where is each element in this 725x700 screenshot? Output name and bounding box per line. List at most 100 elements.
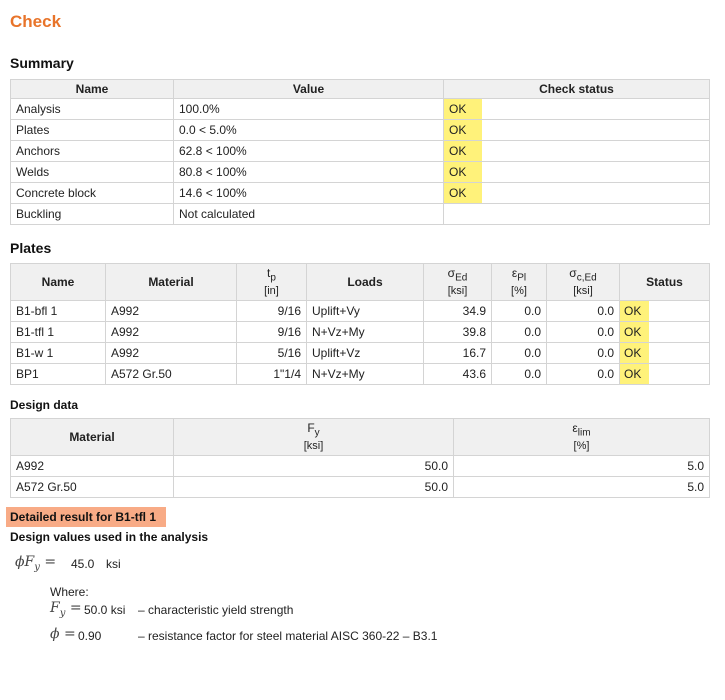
status-badge: OK xyxy=(444,183,482,203)
def-value: 50.0 ksi xyxy=(84,603,126,617)
plates-header-eps-pl: εPl [%] xyxy=(491,263,547,301)
plates-header-sigma-ed: σEd [ksi] xyxy=(423,263,492,301)
summary-header-name: Name xyxy=(10,79,174,99)
status-badge: OK xyxy=(620,343,649,363)
def-desc: – characteristic yield strength xyxy=(138,603,294,617)
design-elim: 5.0 xyxy=(453,455,710,477)
summary-row-value: 80.8 < 100% xyxy=(173,161,444,183)
summary-row-name: Buckling xyxy=(10,203,174,225)
design-fy: 50.0 xyxy=(173,476,454,498)
plate-material: A992 xyxy=(105,300,237,322)
plate-sigma-ed: 39.8 xyxy=(423,321,492,343)
plate-sigma-c: 0.0 xyxy=(546,321,620,343)
summary-row: Concrete block 14.6 < 100% OK xyxy=(10,182,710,204)
summary-row-value: 14.6 < 100% xyxy=(173,182,444,204)
summary-row-name: Anchors xyxy=(10,140,174,162)
plates-header-material: Material xyxy=(105,263,237,301)
table-row: A572 Gr.50 50.0 5.0 xyxy=(10,476,710,498)
where-label: Where: xyxy=(50,585,89,599)
summary-row-name: Analysis xyxy=(10,98,174,120)
plate-name: B1-w 1 xyxy=(10,342,106,364)
def-symbol: Fy = xyxy=(50,600,82,619)
status-badge: OK xyxy=(620,301,649,321)
design-material: A572 Gr.50 xyxy=(10,476,174,498)
summary-row-name: Welds xyxy=(10,161,174,183)
summary-row-name: Plates xyxy=(10,119,174,141)
summary-row-name: Concrete block xyxy=(10,182,174,204)
plates-header-status: Status xyxy=(619,263,710,301)
table-row: B1-bfl 1 A992 9/16 Uplift+Vy 34.9 0.0 0.… xyxy=(10,300,710,322)
plate-material: A572 Gr.50 xyxy=(105,363,237,385)
detail-badge: Detailed result for B1-tfl 1 xyxy=(6,507,166,527)
plate-eps-pl: 0.0 xyxy=(491,321,547,343)
plate-loads: N+Vz+My xyxy=(306,321,424,343)
summary-header-value: Value xyxy=(173,79,444,99)
plate-loads: Uplift+Vz xyxy=(306,342,424,364)
summary-table: Name Value Check status Analysis 100.0% … xyxy=(10,79,710,225)
page-title: Check xyxy=(10,12,62,31)
plate-eps-pl: 0.0 xyxy=(491,363,547,385)
status-badge: OK xyxy=(620,322,649,342)
summary-row: Welds 80.8 < 100% OK xyxy=(10,161,710,183)
design-fy: 50.0 xyxy=(173,455,454,477)
summary-row: Buckling Not calculated xyxy=(10,203,710,225)
plate-sigma-c: 0.0 xyxy=(546,342,620,364)
plate-sigma-ed: 43.6 xyxy=(423,363,492,385)
status-badge: OK xyxy=(444,162,482,182)
plate-name: BP1 xyxy=(10,363,106,385)
summary-row: Anchors 62.8 < 100% OK xyxy=(10,140,710,162)
design-data-heading: Design data xyxy=(10,398,79,412)
status-badge: OK xyxy=(620,364,649,384)
plates-header-tp: tp [in] xyxy=(236,263,307,301)
plates-table: Name Material tp [in] Loads σEd [ksi] εP… xyxy=(10,263,710,385)
design-header-fy: Fy [ksi] xyxy=(173,418,454,456)
plate-loads: N+Vz+My xyxy=(306,363,424,385)
summary-row-value: Not calculated xyxy=(173,203,444,225)
summary-row: Plates 0.0 < 5.0% OK xyxy=(10,119,710,141)
summary-row-status xyxy=(443,203,710,225)
plates-header-name: Name xyxy=(10,263,106,301)
formula-unit: ksi xyxy=(106,557,121,571)
summary-row-value: 0.0 < 5.0% xyxy=(173,119,444,141)
plate-tp: 9/16 xyxy=(236,300,307,322)
plate-tp: 1"1/4 xyxy=(236,363,307,385)
plate-name: B1-tfl 1 xyxy=(10,321,106,343)
plate-eps-pl: 0.0 xyxy=(491,342,547,364)
table-row: BP1 A572 Gr.50 1"1/4 N+Vz+My 43.6 0.0 0.… xyxy=(10,363,710,385)
plate-eps-pl: 0.0 xyxy=(491,300,547,322)
table-row: B1-w 1 A992 5/16 Uplift+Vz 16.7 0.0 0.0 … xyxy=(10,342,710,364)
summary-row-value: 100.0% xyxy=(173,98,444,120)
plates-header-loads: Loads xyxy=(306,263,424,301)
status-badge: OK xyxy=(444,120,482,140)
formula-lhs: ϕFy = xyxy=(15,554,57,573)
formula-value: 45.0 xyxy=(71,557,95,571)
def-desc: – resistance factor for steel material A… xyxy=(138,629,438,643)
design-header-material: Material xyxy=(10,418,174,456)
table-row: B1-tfl 1 A992 9/16 N+Vz+My 39.8 0.0 0.0 … xyxy=(10,321,710,343)
design-data-table: Material Fy [ksi] εlim [%] A992 50.0 5.0… xyxy=(10,418,710,498)
plates-header-sigma-c: σc,Ed [ksi] xyxy=(546,263,620,301)
plate-sigma-c: 0.0 xyxy=(546,300,620,322)
design-elim: 5.0 xyxy=(453,476,710,498)
plate-name: B1-bfl 1 xyxy=(10,300,106,322)
plate-sigma-ed: 34.9 xyxy=(423,300,492,322)
plate-tp: 5/16 xyxy=(236,342,307,364)
def-value: 0.90 xyxy=(78,629,102,643)
plate-material: A992 xyxy=(105,321,237,343)
plate-sigma-c: 0.0 xyxy=(546,363,620,385)
summary-row-value: 62.8 < 100% xyxy=(173,140,444,162)
summary-header-status: Check status xyxy=(443,79,710,99)
status-badge: OK xyxy=(444,99,482,119)
design-values-heading: Design values used in the analysis xyxy=(10,530,209,544)
report-page: Check Summary Name Value Check status An… xyxy=(0,0,725,700)
summary-heading: Summary xyxy=(10,55,74,71)
def-symbol: ϕ = xyxy=(50,626,76,642)
plates-heading: Plates xyxy=(10,240,52,256)
status-badge: OK xyxy=(444,141,482,161)
plate-sigma-ed: 16.7 xyxy=(423,342,492,364)
summary-row: Analysis 100.0% OK xyxy=(10,98,710,120)
design-material: A992 xyxy=(10,455,174,477)
table-row: A992 50.0 5.0 xyxy=(10,455,710,477)
design-header-elim: εlim [%] xyxy=(453,418,710,456)
plate-material: A992 xyxy=(105,342,237,364)
